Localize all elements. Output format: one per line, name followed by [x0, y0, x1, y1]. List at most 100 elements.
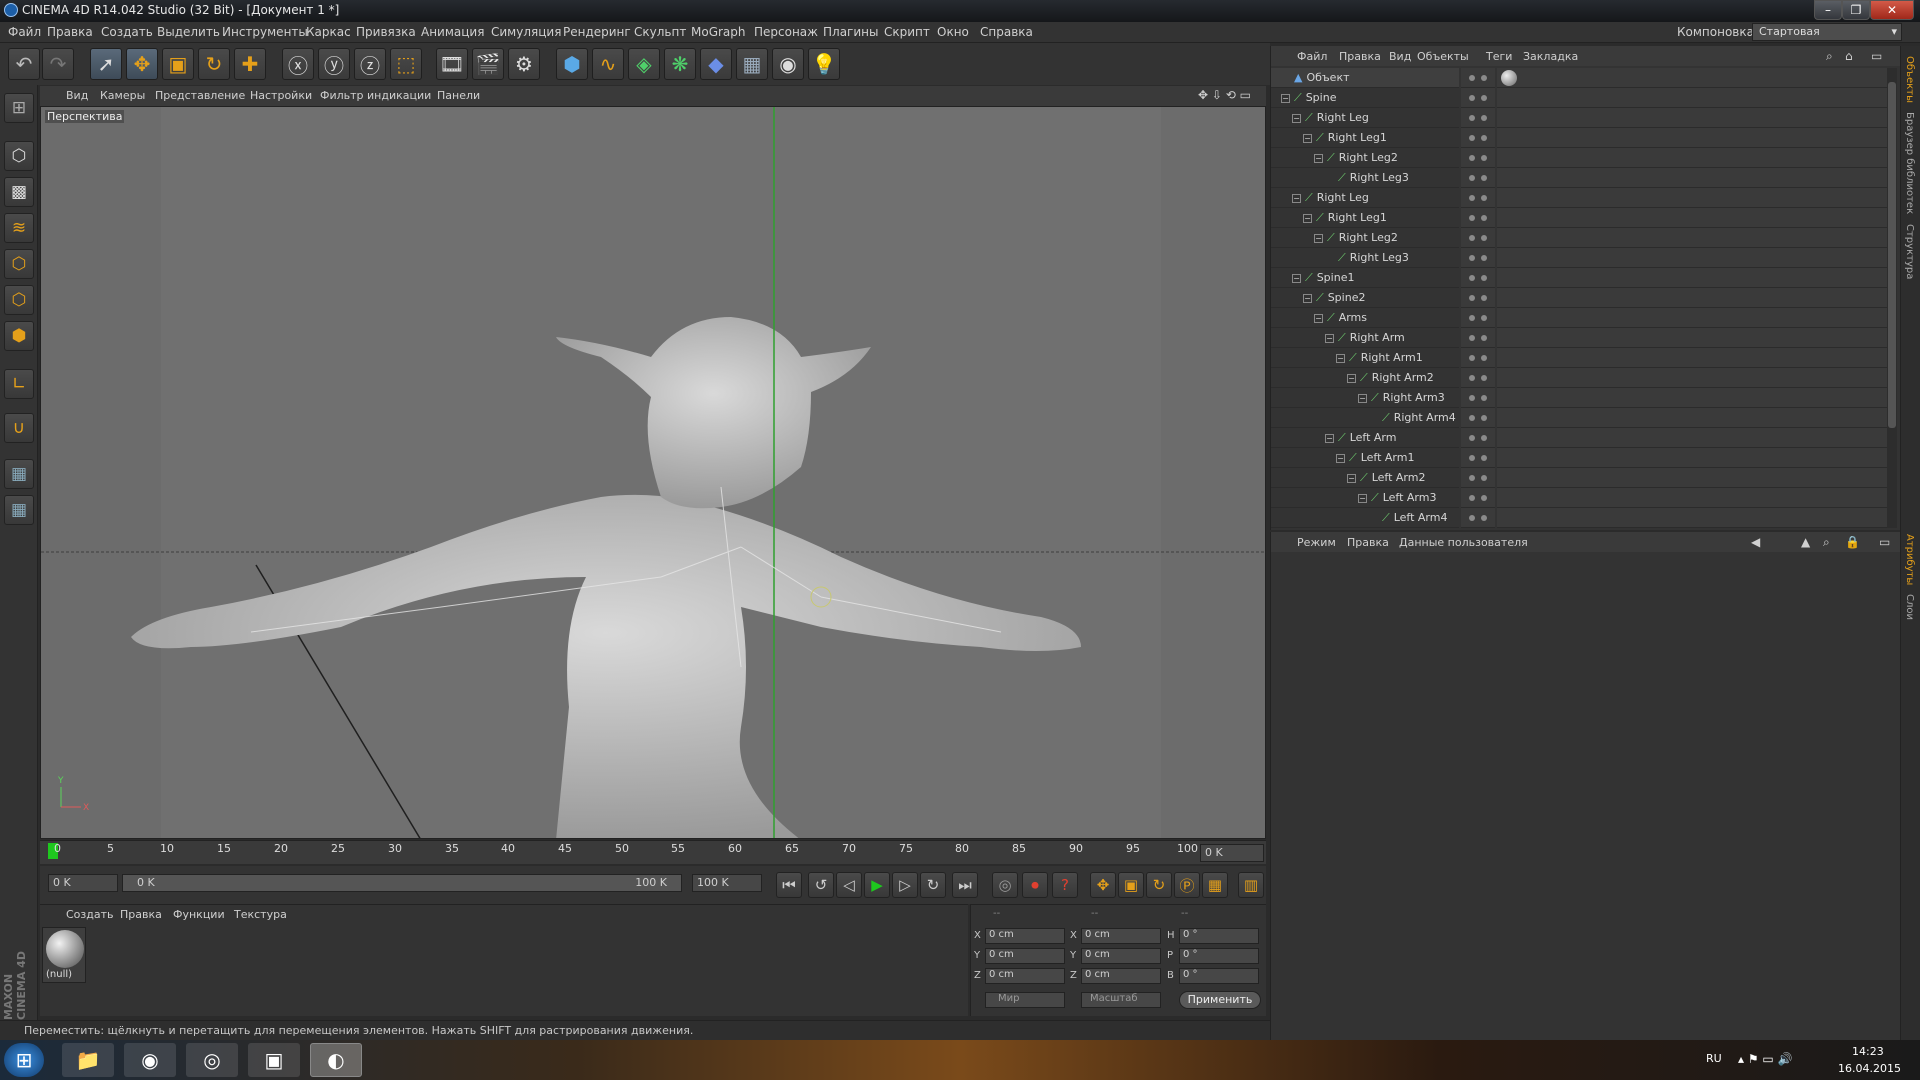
object-menu-file[interactable]: Файл [1297, 50, 1327, 63]
object-name-cell[interactable]: − ⟋ Spine [1271, 88, 1459, 108]
timeline-ruler[interactable]: 0 5 10 15 20 25 30 35 40 45 50 55 60 65 … [40, 840, 1266, 864]
object-tree-row[interactable]: −▲Объект [1271, 68, 1901, 88]
editor-visibility-dot[interactable] [1469, 155, 1475, 161]
object-name-cell[interactable]: − ⟋ Left Arm1 [1271, 448, 1459, 468]
object-tags-cell[interactable] [1497, 228, 1887, 248]
apply-button[interactable]: Применить [1179, 991, 1261, 1009]
rotation-h-field[interactable]: 0 ° [1179, 928, 1259, 944]
attr-menu-user-data[interactable]: Данные пользователя [1399, 536, 1528, 549]
visibility-toggles[interactable] [1461, 188, 1495, 208]
coordinate-system-icon[interactable]: ⬚ [390, 48, 422, 80]
position-x-field[interactable]: 0 cm [985, 928, 1065, 944]
menu-mesh[interactable]: Каркас [306, 25, 351, 39]
rotation-p-field[interactable]: 0 ° [1179, 948, 1259, 964]
menu-script[interactable]: Скрипт [884, 25, 930, 39]
editor-visibility-dot[interactable] [1469, 415, 1475, 421]
editor-visibility-dot[interactable] [1469, 235, 1475, 241]
select-tool-icon[interactable]: ➚ [90, 48, 122, 80]
object-manager-scrollbar[interactable] [1887, 68, 1897, 528]
nurbs-icon[interactable]: ◈ [628, 48, 660, 80]
object-tags-cell[interactable] [1497, 428, 1887, 448]
visibility-toggles[interactable] [1461, 288, 1495, 308]
render-visibility-dot[interactable] [1481, 235, 1487, 241]
size-mode-select[interactable]: Масштаб [1081, 992, 1161, 1008]
object-name-cell[interactable]: − ⟋ Right Arm1 [1271, 348, 1459, 368]
viewport-menu-view[interactable]: Вид [66, 89, 88, 102]
object-tree-row[interactable]: − ⟋ Right Leg1 [1271, 208, 1901, 228]
render-visibility-dot[interactable] [1481, 95, 1487, 101]
current-frame-field[interactable]: 0 K [1200, 844, 1264, 862]
object-tags-cell[interactable] [1497, 88, 1887, 108]
start-frame-field[interactable]: 0 K [48, 874, 118, 892]
key-position-icon[interactable]: ✥ [1090, 872, 1116, 898]
object-name-cell[interactable]: − ⟋ Right Leg1 [1271, 208, 1459, 228]
render-visibility-dot[interactable] [1481, 135, 1487, 141]
next-key-icon[interactable]: ↻ [920, 872, 946, 898]
render-view-icon[interactable]: 🎞 [436, 48, 468, 80]
prev-key-icon[interactable]: ↺ [808, 872, 834, 898]
visibility-toggles[interactable] [1461, 148, 1495, 168]
object-tree-row[interactable]: − ⟋ Right Arm3 [1271, 388, 1901, 408]
editor-visibility-dot[interactable] [1469, 435, 1475, 441]
object-tags-cell[interactable] [1497, 488, 1887, 508]
visibility-toggles[interactable] [1461, 368, 1495, 388]
object-name-cell[interactable]: − ⟋ Right Leg2 [1271, 228, 1459, 248]
object-tree-row[interactable]: − ⟋ Right Leg1 [1271, 128, 1901, 148]
spline-icon[interactable]: ∿ [592, 48, 624, 80]
viewport-menu-panel[interactable]: Панели [437, 89, 480, 102]
key-pla-icon[interactable]: ▦ [1202, 872, 1228, 898]
menu-window[interactable]: Окно [937, 25, 969, 39]
editor-visibility-dot[interactable] [1469, 355, 1475, 361]
end-frame-field[interactable]: 100 K [692, 874, 762, 892]
size-z-field[interactable]: 0 cm [1081, 968, 1161, 984]
editor-visibility-dot[interactable] [1469, 115, 1475, 121]
render-visibility-dot[interactable] [1481, 75, 1487, 81]
editor-visibility-dot[interactable] [1469, 315, 1475, 321]
render-visibility-dot[interactable] [1481, 335, 1487, 341]
menu-edit[interactable]: Правка [47, 25, 93, 39]
render-visibility-dot[interactable] [1481, 375, 1487, 381]
menu-select[interactable]: Выделить [157, 25, 220, 39]
visibility-toggles[interactable] [1461, 308, 1495, 328]
editor-visibility-dot[interactable] [1469, 475, 1475, 481]
object-name-cell[interactable]: − ⟋ Spine2 [1271, 288, 1459, 308]
up-arrow-icon[interactable]: ▲ [1801, 535, 1810, 549]
home-icon[interactable]: ⌂ [1845, 49, 1853, 63]
timeline-window-icon[interactable]: ▥ [1238, 872, 1264, 898]
render-visibility-dot[interactable] [1481, 275, 1487, 281]
viewport-menu-filter[interactable]: Фильтр индикации [320, 89, 431, 102]
autokey-icon[interactable]: ⏺ [1022, 872, 1048, 898]
object-name-cell[interactable]: − ⟋ Spine1 [1271, 268, 1459, 288]
object-tags-cell[interactable] [1497, 328, 1887, 348]
play-icon[interactable]: ▶ [864, 872, 890, 898]
object-tags-cell[interactable] [1497, 368, 1887, 388]
workplane-icon[interactable]: ▦ [4, 459, 34, 489]
go-to-start-icon[interactable]: ⏮ [776, 872, 802, 898]
tab-structure[interactable]: Структура [1904, 224, 1915, 279]
object-tags-cell[interactable] [1497, 108, 1887, 128]
viewport-perspective[interactable]: Y X Перспектива [40, 106, 1266, 839]
object-tags-cell[interactable] [1497, 308, 1887, 328]
editor-visibility-dot[interactable] [1469, 375, 1475, 381]
render-visibility-dot[interactable] [1481, 215, 1487, 221]
render-visibility-dot[interactable] [1481, 175, 1487, 181]
object-name-cell[interactable]: − ⟋ Left Arm3 [1271, 488, 1459, 508]
viewport-menu-options[interactable]: Настройки [250, 89, 312, 102]
start-button-icon[interactable]: ⊞ [4, 1043, 44, 1077]
tab-objects[interactable]: Объекты [1904, 56, 1915, 103]
visibility-toggles[interactable] [1461, 228, 1495, 248]
viewport-menu-cameras[interactable]: Камеры [100, 89, 145, 102]
menu-create[interactable]: Создать [101, 25, 153, 39]
object-name-cell[interactable]: − ⟋ Arms [1271, 308, 1459, 328]
object-tags-cell[interactable] [1497, 388, 1887, 408]
visibility-toggles[interactable] [1461, 388, 1495, 408]
coord-system-select[interactable]: Мир [985, 992, 1065, 1008]
render-visibility-dot[interactable] [1481, 515, 1487, 521]
object-tree-row[interactable]: − ⟋ Right Leg [1271, 108, 1901, 128]
object-name-cell[interactable]: −⟋Right Leg3 [1271, 168, 1459, 188]
object-tree-row[interactable]: − ⟋ Right Arm2 [1271, 368, 1901, 388]
editor-visibility-dot[interactable] [1469, 455, 1475, 461]
visibility-toggles[interactable] [1461, 68, 1495, 88]
menu-sculpt[interactable]: Скульпт [634, 25, 686, 39]
magnet-icon[interactable]: ∪ [4, 413, 34, 443]
